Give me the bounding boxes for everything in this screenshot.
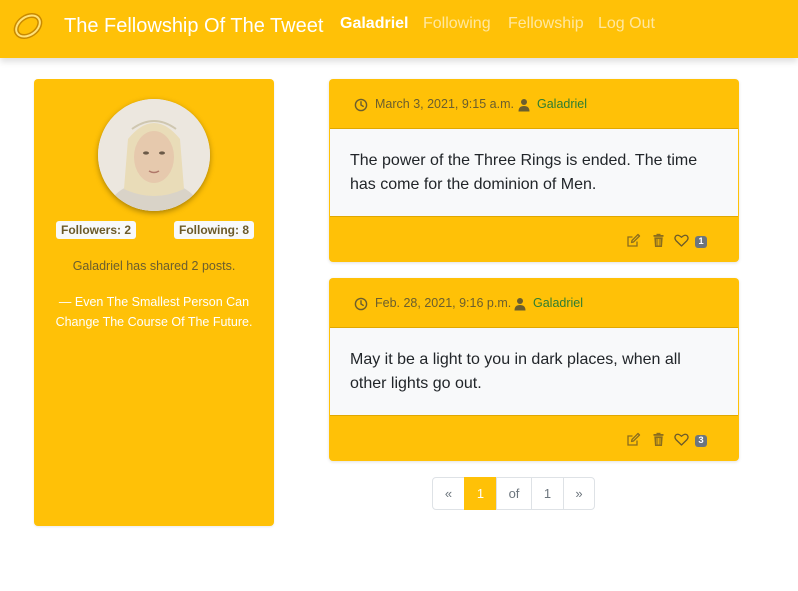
trash-icon[interactable] (651, 233, 666, 248)
post-actions: 1 (619, 233, 719, 249)
page-current[interactable]: 1 (464, 477, 497, 510)
edit-icon[interactable] (626, 432, 641, 447)
post-body: The power of the Three Rings is ended. T… (330, 128, 738, 217)
post-text: May it be a light to you in dark places,… (350, 351, 681, 392)
page-of-label: of (496, 477, 532, 510)
profile-quote: — Even The Smallest Person Can Change Th… (55, 295, 253, 329)
post-date: March 3, 2021, 9:15 a.m. (375, 97, 514, 111)
post-date: Feb. 28, 2021, 9:16 p.m. (375, 296, 512, 310)
post-header: Feb. 28, 2021, 9:16 p.m. Galadriel (329, 278, 739, 327)
post-actions: 3 (619, 432, 719, 448)
page-next-button[interactable]: » (563, 477, 595, 510)
following-badge[interactable]: Following: 8 (174, 221, 254, 239)
like-count-badge: 3 (695, 435, 707, 447)
edit-icon[interactable] (626, 233, 641, 248)
heart-icon[interactable] (674, 233, 689, 248)
page-prev-button[interactable]: « (432, 477, 465, 510)
post-author-link[interactable]: Galadriel (533, 296, 583, 310)
user-icon (517, 98, 531, 112)
nav-link-logout[interactable]: Log Out (598, 15, 655, 33)
pagination: « 1 of 1 » (432, 477, 595, 510)
post-card: Feb. 28, 2021, 9:16 p.m. Galadriel May i… (329, 278, 739, 461)
followers-badge[interactable]: Followers: 2 (56, 221, 137, 239)
page-total[interactable]: 1 (531, 477, 564, 510)
heart-icon[interactable] (674, 432, 689, 447)
clock-icon (354, 98, 368, 112)
post-text: The power of the Three Rings is ended. T… (350, 152, 698, 193)
like-count-badge: 1 (695, 236, 707, 248)
navbar: The Fellowship Of The Tweet Galadriel Fo… (0, 0, 798, 58)
nav-link-profile[interactable]: Galadriel (340, 15, 408, 33)
shared-posts-text: Galadriel has shared 2 posts. (72, 259, 236, 273)
post-card: March 3, 2021, 9:15 a.m. Galadriel The p… (329, 79, 739, 262)
brand-title[interactable]: The Fellowship Of The Tweet (64, 15, 323, 38)
trash-icon[interactable] (651, 432, 666, 447)
nav-link-following[interactable]: Following (423, 15, 491, 33)
user-icon (513, 297, 527, 311)
profile-card: Followers: 2 Following: 8 Galadriel has … (34, 79, 274, 526)
post-body: May it be a light to you in dark places,… (330, 327, 738, 416)
nav-link-fellowship[interactable]: Fellowship (508, 15, 584, 33)
ring-icon[interactable] (12, 10, 44, 42)
post-header: March 3, 2021, 9:15 a.m. Galadriel (329, 79, 739, 128)
clock-icon (354, 297, 368, 311)
post-author-link[interactable]: Galadriel (537, 97, 587, 111)
avatar (98, 99, 210, 211)
